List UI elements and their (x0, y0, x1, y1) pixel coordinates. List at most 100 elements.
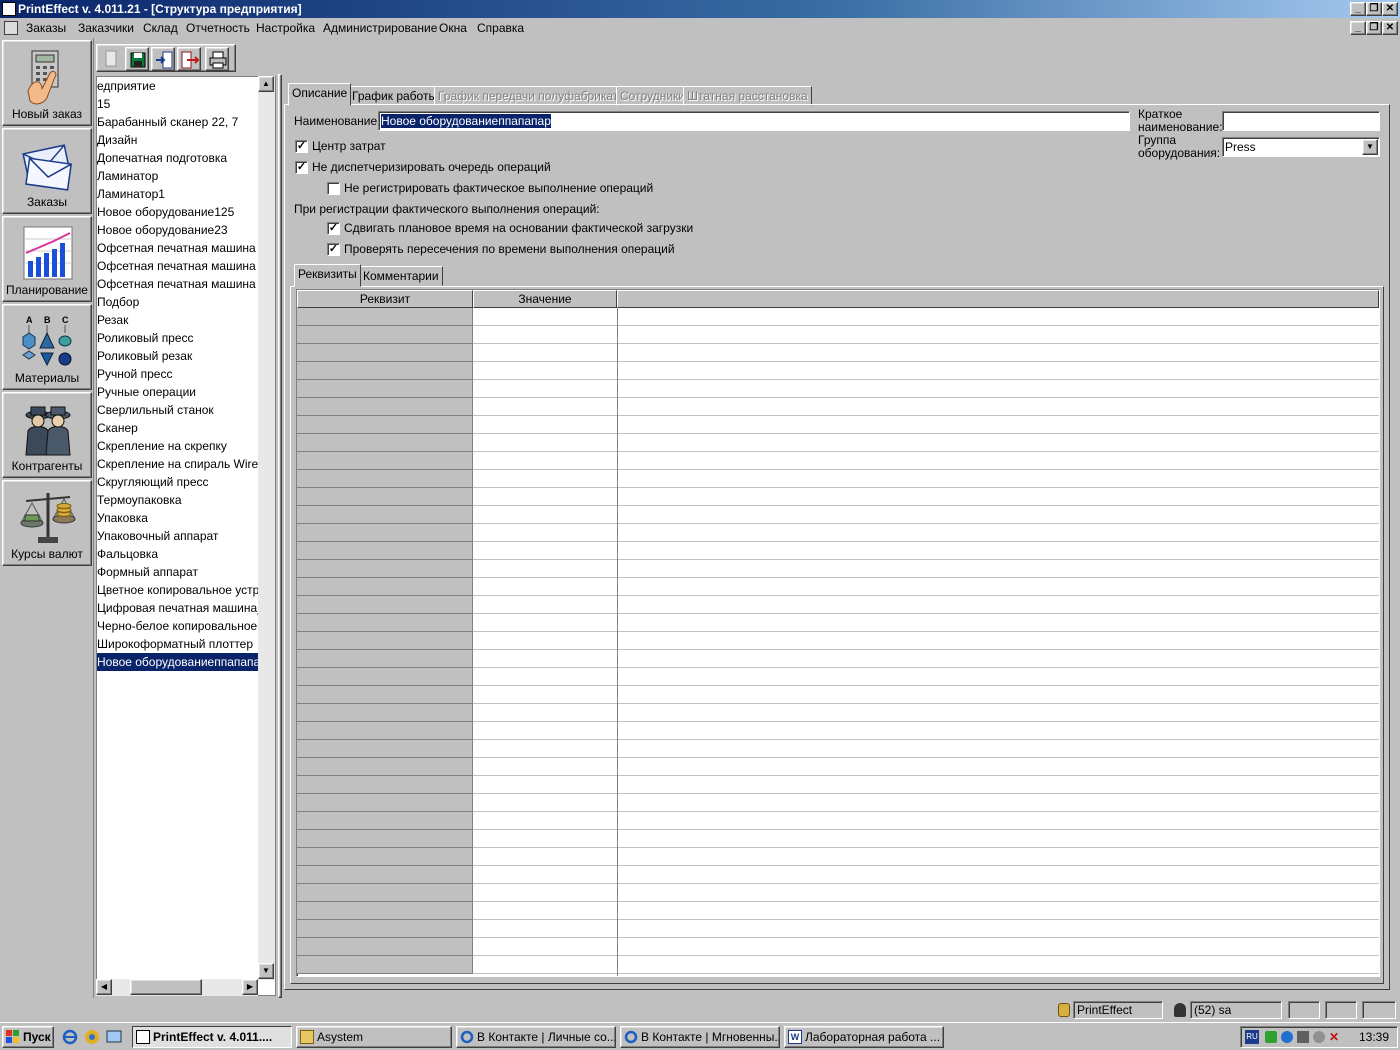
tree-item[interactable]: Офсетная печатная машина Heid (97, 257, 275, 275)
tree-item[interactable]: Резак (97, 311, 128, 329)
grid-row-header[interactable] (297, 578, 473, 596)
grid-row-header[interactable] (297, 524, 473, 542)
menu-help[interactable]: Справка (477, 18, 524, 38)
grid-row-header[interactable] (297, 650, 473, 668)
mdi-restore-button[interactable]: ❐ (1366, 21, 1382, 35)
grid-row-header[interactable] (297, 740, 473, 758)
grid-row-header[interactable] (297, 866, 473, 884)
grid-row-header[interactable] (297, 668, 473, 686)
tree-item[interactable]: Фальцовка (97, 545, 158, 563)
subtab-comments[interactable]: Комментарии (359, 266, 443, 286)
shift-plan-checkbox[interactable]: ✓ (327, 222, 340, 235)
tree-item[interactable]: Роликовый пресс (97, 329, 194, 347)
volume-muted-icon[interactable]: ✕ (1329, 1030, 1343, 1044)
no-register-checkbox[interactable] (327, 182, 340, 195)
tree-item[interactable]: Упаковочный аппарат (97, 527, 218, 545)
grid-row-header[interactable] (297, 470, 473, 488)
nav-materials-button[interactable]: ABC Материалы (2, 304, 92, 390)
grid-row-header[interactable] (297, 938, 473, 956)
tree-item[interactable]: Офсетная печатная машина (97, 239, 256, 257)
tree-item[interactable]: Ламинатор1 (97, 185, 165, 203)
tree-item[interactable]: Офсетная печатная машина Hei (97, 275, 275, 293)
grid-row-header[interactable] (297, 920, 473, 938)
export-button[interactable] (177, 47, 201, 71)
nav-contractors-button[interactable]: Контрагенты (2, 392, 92, 478)
tree-item[interactable]: Сканер (97, 419, 138, 437)
menu-customers[interactable]: Заказчики (78, 18, 134, 38)
nav-currency-rates-button[interactable]: Курсы валют (2, 480, 92, 566)
splitter[interactable] (278, 74, 282, 998)
grid-row-header[interactable] (297, 362, 473, 380)
close-button[interactable]: ✕ (1382, 2, 1398, 16)
start-button[interactable]: Пуск (2, 1026, 54, 1048)
grid-row-header[interactable] (297, 686, 473, 704)
grid-row-header[interactable] (297, 488, 473, 506)
update-icon[interactable] (1281, 1031, 1293, 1043)
tree-item[interactable]: Допечатная подготовка (97, 149, 227, 167)
menu-orders[interactable]: Заказы (26, 18, 66, 38)
tree-item[interactable]: Новое оборудование23 (97, 221, 228, 239)
tree-item[interactable]: Упаковка (97, 509, 148, 527)
nav-orders-button[interactable]: Заказы (2, 128, 92, 214)
cost-center-checkbox[interactable]: ✓ (295, 140, 308, 153)
task-printeffect[interactable]: PrintEffect v. 4.011.... (132, 1026, 292, 1048)
task-vk-messages[interactable]: В Контакте | Личные со... (456, 1026, 616, 1048)
scroll-left-button[interactable]: ◀ (96, 979, 112, 995)
tree-item[interactable]: Новое оборудование125 (97, 203, 234, 221)
short-name-input[interactable] (1222, 111, 1380, 131)
title-bar[interactable]: PrintEffect v. 4.011.21 - [Структура пре… (0, 0, 1400, 18)
import-button[interactable] (151, 47, 175, 71)
tree-item[interactable]: Цветное копировальное устройс (97, 581, 275, 599)
nav-new-order-button[interactable]: Новый заказ (2, 40, 92, 126)
grid-row-header[interactable] (297, 434, 473, 452)
desktop-quicklaunch-icon[interactable] (106, 1029, 122, 1045)
tree-item[interactable]: Скрепление на спираль Wire-O (97, 455, 272, 473)
grid-row-header[interactable] (297, 830, 473, 848)
column-header-attribute[interactable]: Реквизит (297, 290, 473, 308)
grid-row-header[interactable] (297, 614, 473, 632)
grid-row-header[interactable] (297, 758, 473, 776)
menu-reports[interactable]: Отчетность (186, 18, 250, 38)
grid-row-header[interactable] (297, 848, 473, 866)
grid-row-header[interactable] (297, 506, 473, 524)
equipment-group-select[interactable]: Press ▼ (1222, 137, 1380, 157)
grid-row-header[interactable] (297, 704, 473, 722)
grid-row-header[interactable] (297, 560, 473, 578)
check-overlap-checkbox[interactable]: ✓ (327, 243, 340, 256)
subtab-attributes[interactable]: Реквизиты (294, 264, 361, 287)
tree-item[interactable]: Цифровая печатная машина_25 (97, 599, 275, 617)
grid-row-header[interactable] (297, 956, 473, 974)
network-icon[interactable] (1265, 1031, 1277, 1043)
tree-item[interactable]: Ламинатор (97, 167, 158, 185)
scroll-down-button[interactable]: ▼ (258, 963, 274, 979)
grid-row-header[interactable] (297, 632, 473, 650)
tree-item[interactable]: Подбор (97, 293, 139, 311)
chevron-down-icon[interactable]: ▼ (1362, 139, 1378, 155)
grid-row-header[interactable] (297, 416, 473, 434)
grid-row-header[interactable] (297, 596, 473, 614)
menu-windows[interactable]: Окна (439, 18, 467, 38)
equipment-tree[interactable]: едприятие 15 Барабанный сканер 22, 7 Дизайн… (96, 76, 276, 996)
new-record-button[interactable] (99, 47, 123, 71)
attributes-grid[interactable]: Реквизит Значение (296, 289, 1380, 977)
tree-item[interactable]: Черно-белое копировальное уст (97, 617, 275, 635)
menu-settings[interactable]: Настройка (256, 18, 315, 38)
mdi-close-button[interactable]: ✕ (1382, 21, 1398, 35)
tree-item[interactable]: 15 (97, 95, 110, 113)
chrome-quicklaunch-icon[interactable] (84, 1029, 100, 1045)
tree-item[interactable]: Формный аппарат (97, 563, 198, 581)
tree-item[interactable]: Сверлильный станок (97, 401, 214, 419)
tree-item[interactable]: Скрепление на скрепку (97, 437, 227, 455)
display-icon[interactable] (1297, 1031, 1309, 1043)
save-button[interactable] (125, 47, 149, 71)
scroll-up-button[interactable]: ▲ (258, 76, 274, 92)
tab-description[interactable]: Описание (288, 83, 352, 106)
task-lab-work[interactable]: W Лабораторная работа ... (784, 1026, 944, 1048)
grid-row-header[interactable] (297, 326, 473, 344)
maximize-button[interactable]: ❐ (1366, 2, 1382, 16)
grid-row-header[interactable] (297, 776, 473, 794)
tree-item[interactable]: Ручные операции (97, 383, 196, 401)
menu-warehouse[interactable]: Склад (143, 18, 178, 38)
grid-row-header[interactable] (297, 722, 473, 740)
grid-row-header[interactable] (297, 344, 473, 362)
